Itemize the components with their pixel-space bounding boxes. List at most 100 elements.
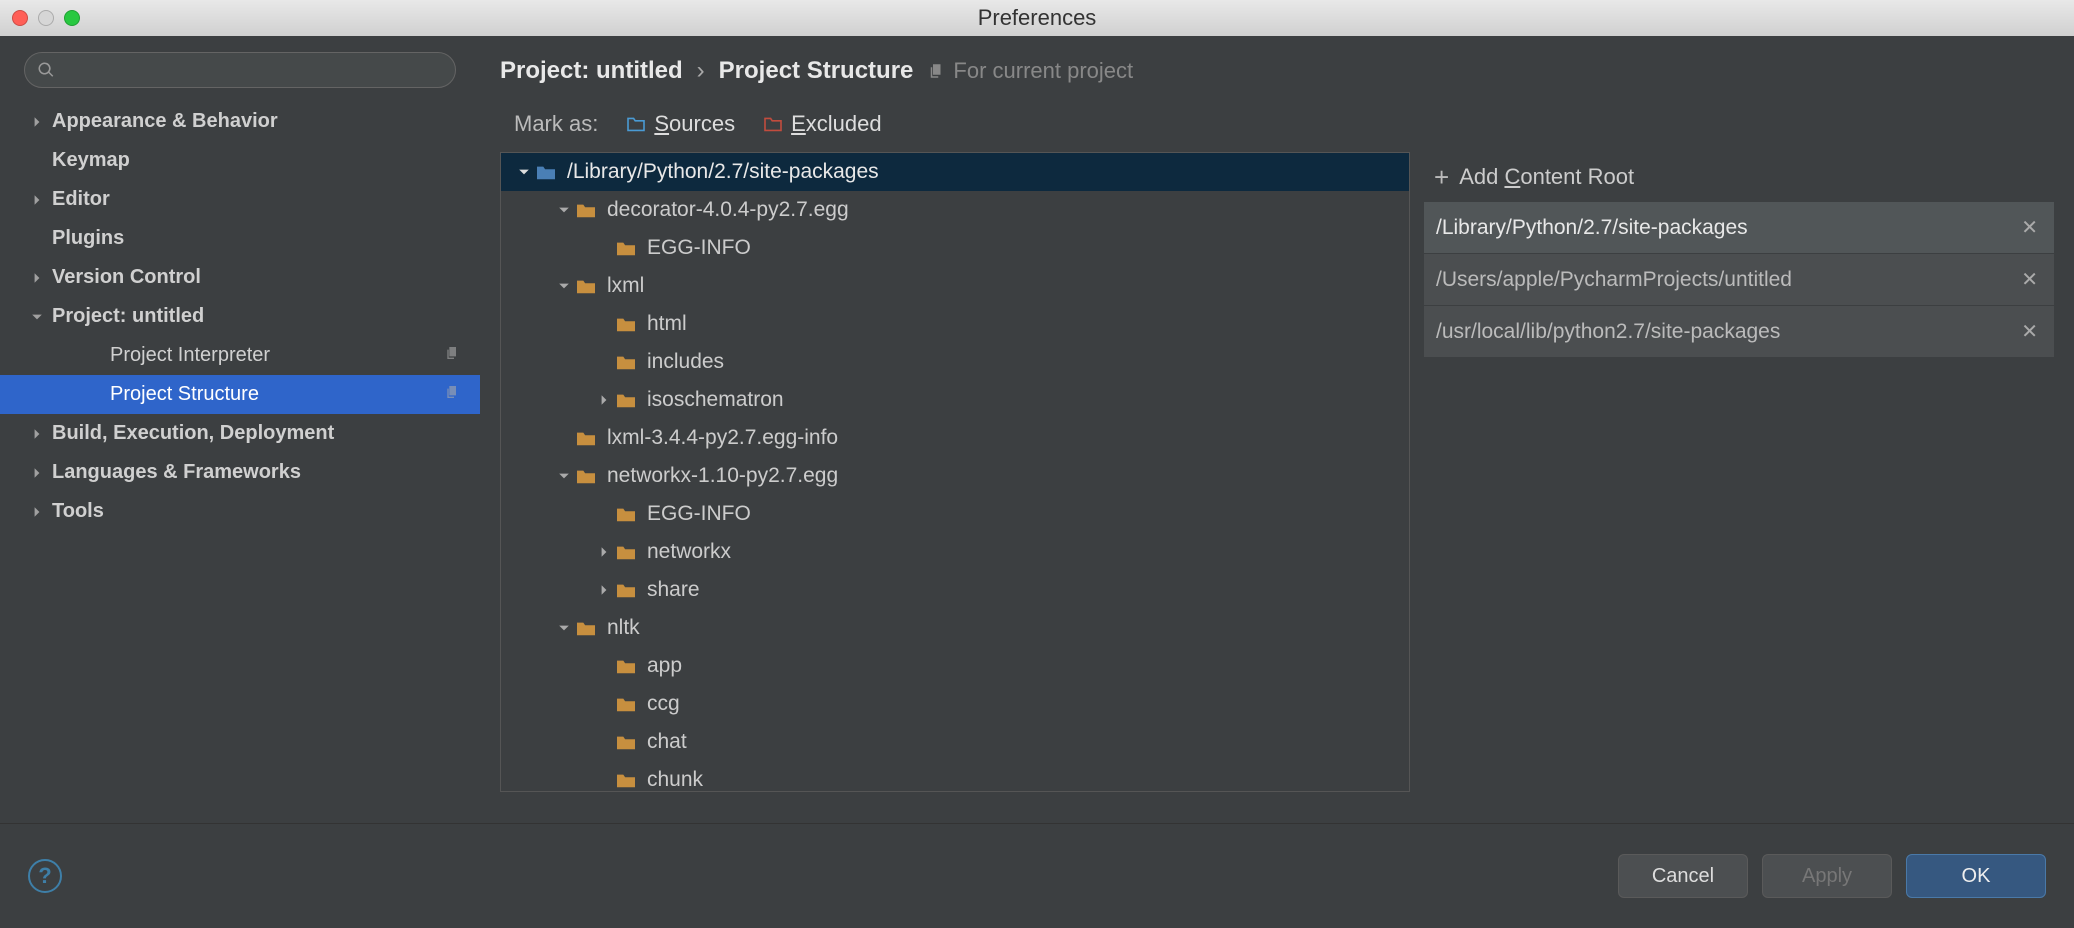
sidebar-item-project-untitled[interactable]: Project: untitled	[0, 297, 480, 336]
dir-row[interactable]: isoschematron	[501, 381, 1409, 419]
help-button[interactable]: ?	[28, 859, 62, 893]
sidebar-item-build-execution-deployment[interactable]: Build, Execution, Deployment	[0, 414, 480, 453]
titlebar: Preferences	[0, 0, 2074, 36]
sidebar-item-project-structure[interactable]: Project Structure	[0, 375, 480, 414]
cancel-button[interactable]: Cancel	[1618, 854, 1748, 898]
sources-folder-icon	[626, 116, 646, 132]
dir-label: /Library/Python/2.7/site-packages	[567, 160, 879, 184]
chevron-right-icon	[28, 230, 46, 248]
sidebar-item-label: Appearance & Behavior	[52, 110, 278, 133]
sidebar-item-label: Project Structure	[110, 383, 259, 406]
chevron-right-icon	[28, 425, 46, 443]
breadcrumb-hint: For current project	[927, 58, 1133, 84]
dir-label: EGG-INFO	[647, 236, 751, 260]
dir-row[interactable]: ccg	[501, 685, 1409, 723]
folder-icon	[615, 581, 637, 599]
settings-tree: Appearance & Behavior Keymap Editor Plugins…	[0, 102, 480, 823]
dir-row[interactable]: chat	[501, 723, 1409, 761]
sidebar-item-label: Keymap	[52, 149, 130, 172]
dir-row[interactable]: networkx	[501, 533, 1409, 571]
sidebar-item-project-interpreter[interactable]: Project Interpreter	[0, 336, 480, 375]
folder-icon	[575, 201, 597, 219]
sidebar-item-label: Version Control	[52, 266, 201, 289]
chevron-right-icon	[28, 113, 46, 131]
content-root-item[interactable]: /usr/local/lib/python2.7/site-packages✕	[1424, 306, 2054, 358]
search-icon	[37, 61, 55, 79]
mark-as-row: Mark as: Sources Excluded	[500, 96, 2054, 152]
content-root-path: /Library/Python/2.7/site-packages	[1436, 216, 2017, 240]
folder-icon	[615, 239, 637, 257]
dir-label: EGG-INFO	[647, 502, 751, 526]
mark-sources-button[interactable]: Sources	[626, 111, 735, 137]
dir-row[interactable]: share	[501, 571, 1409, 609]
content-roots-panel: + Add Content Root /Library/Python/2.7/s…	[1424, 152, 2054, 823]
folder-icon	[575, 467, 597, 485]
folder-icon	[615, 771, 637, 789]
sidebar-item-label: Project Interpreter	[110, 344, 270, 367]
dir-label: share	[647, 578, 700, 602]
sidebar-item-version-control[interactable]: Version Control	[0, 258, 480, 297]
search-box[interactable]	[24, 52, 456, 88]
dir-row[interactable]: lxml	[501, 267, 1409, 305]
dir-row[interactable]: app	[501, 647, 1409, 685]
apply-button[interactable]: Apply	[1762, 854, 1892, 898]
dir-row[interactable]: html	[501, 305, 1409, 343]
folder-icon	[575, 429, 597, 447]
sidebar-item-appearance-behavior[interactable]: Appearance & Behavior	[0, 102, 480, 141]
content-root-path: /usr/local/lib/python2.7/site-packages	[1436, 320, 2017, 344]
dir-row[interactable]: networkx-1.10-py2.7.egg	[501, 457, 1409, 495]
chevron-right-icon	[593, 584, 615, 596]
chevron-down-icon	[553, 280, 575, 292]
dir-row[interactable]: /Library/Python/2.7/site-packages	[501, 153, 1409, 191]
folder-icon	[575, 619, 597, 637]
breadcrumb-section: Project Structure	[719, 57, 914, 85]
sidebar-item-keymap[interactable]: Keymap	[0, 141, 480, 180]
search-input[interactable]	[63, 60, 443, 81]
excluded-folder-icon	[763, 116, 783, 132]
chevron-right-icon	[28, 152, 46, 170]
folder-icon	[615, 695, 637, 713]
folder-icon	[615, 353, 637, 371]
breadcrumb-project: Project: untitled	[500, 57, 683, 85]
sidebar-item-label: Project: untitled	[52, 305, 204, 328]
sidebar-item-label: Languages & Frameworks	[52, 461, 301, 484]
add-content-root-button[interactable]: + Add Content Root	[1424, 152, 2054, 202]
directory-tree[interactable]: /Library/Python/2.7/site-packages decorat…	[500, 152, 1410, 792]
remove-root-button[interactable]: ✕	[2017, 315, 2042, 348]
dir-row[interactable]: lxml-3.4.4-py2.7.egg-info	[501, 419, 1409, 457]
ok-button[interactable]: OK	[1906, 854, 2046, 898]
content-root-path: /Users/apple/PycharmProjects/untitled	[1436, 268, 2017, 292]
chevron-right-icon	[28, 464, 46, 482]
dir-label: lxml-3.4.4-py2.7.egg-info	[607, 426, 838, 450]
remove-root-button[interactable]: ✕	[2017, 211, 2042, 244]
dialog-footer: ? Cancel Apply OK	[0, 823, 2074, 928]
dir-row[interactable]: includes	[501, 343, 1409, 381]
plus-icon: +	[1434, 162, 1449, 193]
sidebar-item-plugins[interactable]: Plugins	[0, 219, 480, 258]
sidebar-item-editor[interactable]: Editor	[0, 180, 480, 219]
folder-icon	[615, 505, 637, 523]
dir-row[interactable]: nltk	[501, 609, 1409, 647]
folder-icon	[615, 657, 637, 675]
sidebar-item-languages-frameworks[interactable]: Languages & Frameworks	[0, 453, 480, 492]
content-root-item[interactable]: /Users/apple/PycharmProjects/untitled✕	[1424, 254, 2054, 306]
dir-label: html	[647, 312, 687, 336]
remove-root-button[interactable]: ✕	[2017, 263, 2042, 296]
dir-row[interactable]: chunk	[501, 761, 1409, 792]
folder-icon	[535, 163, 557, 181]
dir-row[interactable]: EGG-INFO	[501, 229, 1409, 267]
sidebar-item-label: Plugins	[52, 227, 124, 250]
mark-excluded-button[interactable]: Excluded	[763, 111, 882, 137]
dir-row[interactable]: EGG-INFO	[501, 495, 1409, 533]
folder-icon	[615, 543, 637, 561]
dir-label: decorator-4.0.4-py2.7.egg	[607, 198, 849, 222]
sidebar-item-tools[interactable]: Tools	[0, 492, 480, 531]
chevron-right-icon	[28, 503, 46, 521]
folder-icon	[615, 733, 637, 751]
dir-row[interactable]: decorator-4.0.4-py2.7.egg	[501, 191, 1409, 229]
chevron-right-icon	[86, 347, 104, 365]
content-root-item[interactable]: /Library/Python/2.7/site-packages✕	[1424, 202, 2054, 254]
window-title: Preferences	[0, 5, 2074, 31]
dir-label: networkx-1.10-py2.7.egg	[607, 464, 838, 488]
chevron-right-icon	[593, 394, 615, 406]
